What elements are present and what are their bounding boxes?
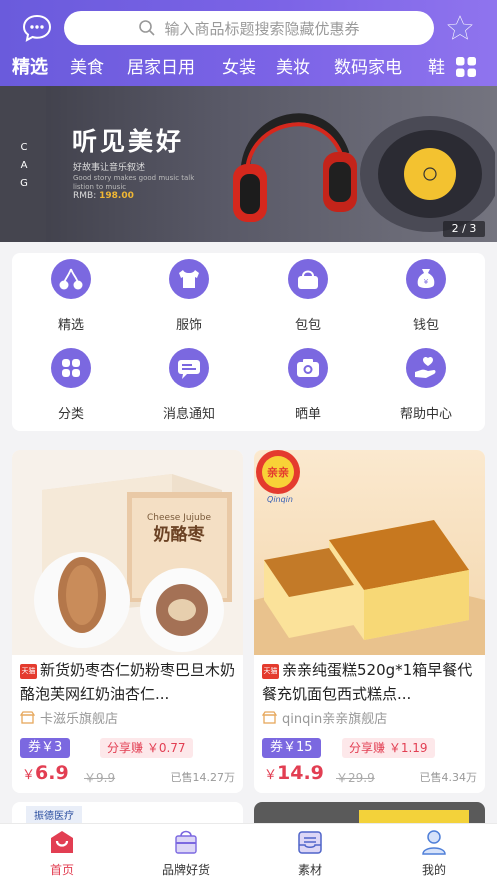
message-icon — [169, 348, 209, 388]
coupon-badge: 券￥15 — [262, 738, 321, 758]
banner-price: RMB: 198.00 — [73, 191, 134, 201]
product-image: Cheese Jujube 奶酪枣 — [12, 450, 243, 655]
bag-icon — [288, 259, 328, 299]
tmall-badge: 天猫 — [262, 664, 279, 679]
banner-page-indicator: 2 / 3 — [443, 221, 485, 237]
tab-selected[interactable]: 精选 — [12, 54, 48, 82]
tab-shoes[interactable]: 鞋 — [428, 54, 445, 82]
tab-womenswear[interactable]: 女装 — [222, 54, 256, 82]
shopping-bag-icon — [175, 830, 197, 854]
search-input[interactable]: 输入商品标题搜索隐藏优惠券 — [64, 11, 434, 45]
headphone-image — [233, 113, 495, 232]
tab-label: 我的 — [421, 863, 446, 877]
cherry-icon — [51, 259, 91, 299]
inbox-icon — [298, 831, 322, 854]
search-placeholder: 输入商品标题搜索隐藏优惠券 — [164, 19, 360, 38]
original-price: ￥9.9 — [84, 771, 116, 785]
product-card[interactable]: 亲亲 Qinqin 天猫 亲亲纯蛋糕520g*1箱早餐代餐充饥面包西式糕点... … — [254, 450, 485, 793]
brand-logo-text: 亲亲 — [267, 465, 289, 479]
banner-side-text: C A G — [20, 142, 28, 189]
share-earn-badge[interactable]: 分享赚 ￥1.19 — [342, 738, 435, 758]
tab-beauty[interactable]: 美妆 — [276, 54, 310, 82]
menu-label: 服饰 — [175, 318, 202, 333]
product-title: 天猫 新货奶枣杏仁奶粉枣巴旦木奶酪泡芙网红奶油杏仁... — [20, 661, 236, 703]
tab-label: 首页 — [49, 863, 74, 877]
tab-digital[interactable]: 数码家电 — [334, 54, 402, 82]
shop-icon — [20, 711, 35, 724]
menu-label: 包包 — [294, 318, 321, 333]
menu-label: 精选 — [57, 318, 84, 333]
shop-name[interactable]: qinqin亲亲旗舰店 — [262, 708, 387, 727]
menu-item-clothing[interactable]: 服饰 — [149, 259, 229, 333]
banner-subtitle-en: Good story makes good music talk listion… — [73, 174, 195, 191]
product-price: ￥6.9 — [22, 762, 69, 784]
star-icon[interactable] — [445, 13, 475, 43]
product-price: ￥14.9 — [264, 762, 324, 784]
tab-home[interactable]: 居家日用 — [127, 54, 195, 82]
grid-icon[interactable] — [455, 56, 477, 78]
menu-label: 帮助中心 — [399, 407, 452, 422]
sold-count: 已售14.27万 — [170, 771, 236, 784]
product-title: 天猫 亲亲纯蛋糕520g*1箱早餐代餐充饥面包西式糕点... — [262, 661, 473, 703]
tab-home[interactable]: 首页 — [17, 829, 107, 878]
coupon-badge: 券￥3 — [20, 738, 71, 758]
menu-item-category[interactable]: 分类 — [31, 348, 111, 422]
tab-label: 素材 — [297, 863, 322, 877]
category-icon — [51, 348, 91, 388]
menu-item-selected[interactable]: 精选 — [31, 259, 111, 333]
user-icon — [422, 830, 446, 855]
tab-brand-goods[interactable]: 品牌好货 — [141, 829, 231, 878]
tab-materials[interactable]: 素材 — [265, 829, 355, 878]
product-image: 亲亲 Qinqin — [254, 450, 485, 655]
menu-item-wallet[interactable]: ¥ 钱包 — [386, 259, 466, 333]
menu-item-messages[interactable]: 消息通知 — [149, 348, 229, 422]
menu-label: 晒单 — [294, 407, 321, 422]
shop-name[interactable]: 卡滋乐旗舰店 — [20, 708, 118, 727]
heart-hand-icon — [406, 348, 446, 388]
menu-label: 钱包 — [412, 318, 439, 333]
search-icon — [139, 20, 156, 36]
home-icon — [51, 831, 73, 853]
bottom-tab-bar: 首页 品牌好货 素材 我的 — [0, 823, 497, 883]
chat-icon[interactable] — [22, 14, 52, 42]
tmall-badge: 天猫 — [20, 664, 37, 679]
brand-logo-text-en: Qinqin — [267, 495, 293, 504]
tab-food[interactable]: 美食 — [70, 54, 104, 82]
menu-label: 分类 — [57, 407, 84, 422]
top-header: 输入商品标题搜索隐藏优惠券 精选 美食 居家日用 女装 美妆 数码家电 鞋 — [0, 0, 497, 86]
promo-banner[interactable]: C A G 听见美好 好故事让音乐叙述 Good story makes goo… — [0, 86, 497, 242]
menu-label: 消息通知 — [162, 407, 215, 422]
camera-icon — [288, 348, 328, 388]
product-card[interactable]: Cheese Jujube 奶酪枣 天猫 新货奶枣杏仁奶粉枣巴旦木奶酪泡芙网红奶油… — [12, 450, 243, 793]
original-price: ￥29.9 — [336, 771, 375, 785]
sold-count: 已售4.34万 — [419, 771, 478, 784]
menu-item-help[interactable]: 帮助中心 — [386, 348, 466, 422]
product-image-text-en: Cheese Jujube — [147, 513, 211, 523]
menu-item-share-order[interactable]: 晒单 — [268, 348, 348, 422]
banner-subtitle: 好故事让音乐叙述 — [73, 163, 146, 173]
menu-item-bags[interactable]: 包包 — [268, 259, 348, 333]
tab-mine[interactable]: 我的 — [389, 829, 479, 878]
shop-icon — [262, 711, 277, 724]
tshirt-icon — [169, 259, 209, 299]
product-image-text: 奶酪枣 — [154, 524, 206, 545]
svg-text:¥: ¥ — [424, 278, 429, 286]
tab-label: 品牌好货 — [161, 863, 210, 877]
money-bag-icon: ¥ — [406, 259, 446, 299]
category-tabs: 精选 美食 居家日用 女装 美妆 数码家电 鞋 — [0, 54, 445, 84]
share-earn-badge[interactable]: 分享赚 ￥0.77 — [100, 738, 193, 758]
banner-title: 听见美好 — [72, 127, 185, 156]
quick-menu: 精选 服饰 包包 ¥ 钱包 分类 消息通知 晒单 帮助中心 — [12, 253, 485, 431]
